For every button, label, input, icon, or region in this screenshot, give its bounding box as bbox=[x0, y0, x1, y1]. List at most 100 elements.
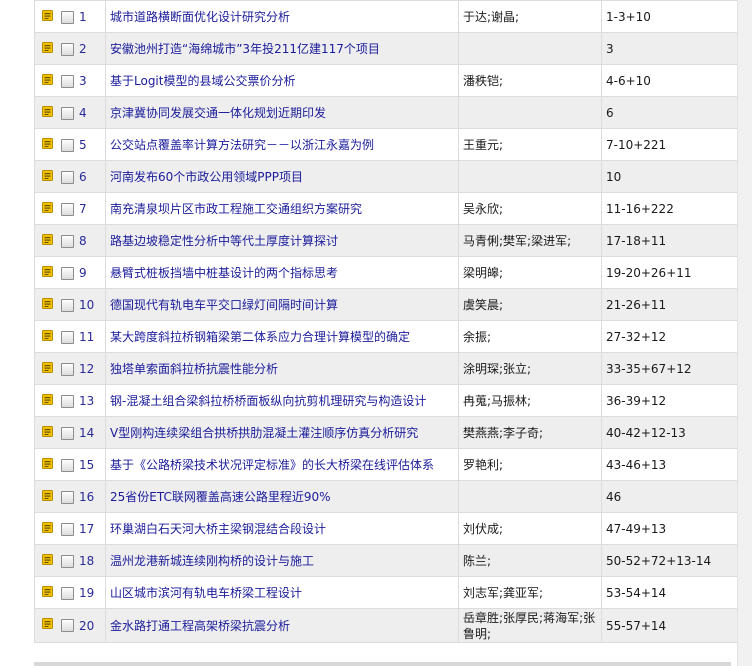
row-number: 3 bbox=[79, 74, 87, 88]
row-checkbox[interactable] bbox=[61, 11, 74, 24]
article-pages: 6 bbox=[606, 105, 614, 120]
row-checkbox[interactable] bbox=[61, 107, 74, 120]
row-checkbox[interactable] bbox=[61, 203, 74, 216]
pages-cell: 21-26+11 bbox=[601, 288, 748, 321]
article-title-link[interactable]: 基于《公路桥梁技术状况评定标准》的长大桥梁在线评估体系 bbox=[110, 458, 434, 472]
article-title-link[interactable]: 金水路打通工程高架桥梁抗震分析 bbox=[110, 619, 290, 633]
title-cell: 环巢湖白石天河大桥主梁钢混结合段设计 bbox=[105, 512, 459, 545]
favorite-icon[interactable] bbox=[42, 394, 53, 405]
article-title-link[interactable]: 城市道路横断面优化设计研究分析 bbox=[110, 10, 290, 24]
row-checkbox[interactable] bbox=[61, 427, 74, 440]
article-title-link[interactable]: 独塔单索面斜拉桥抗震性能分析 bbox=[110, 362, 278, 376]
row-controls: 8 bbox=[34, 224, 106, 257]
row-controls: 9 bbox=[34, 256, 106, 289]
table-row: 14 V型刚构连续梁组合拱桥拱肋混凝土灌注顺序仿真分析研究 樊燕燕;李子奇; 4… bbox=[34, 416, 748, 449]
favorite-icon[interactable] bbox=[42, 522, 53, 533]
pages-cell: 11-16+222 bbox=[601, 192, 748, 225]
author-cell: 潘秩铠; bbox=[458, 64, 602, 97]
row-checkbox[interactable] bbox=[61, 523, 74, 536]
row-checkbox[interactable] bbox=[61, 171, 74, 184]
pages-cell: 46 bbox=[601, 480, 748, 513]
article-title-link[interactable]: 温州龙港新城连续刚构桥的设计与施工 bbox=[110, 554, 314, 568]
favorite-icon[interactable] bbox=[42, 586, 53, 597]
row-number: 17 bbox=[79, 522, 95, 536]
row-checkbox[interactable] bbox=[61, 139, 74, 152]
favorite-icon[interactable] bbox=[42, 202, 53, 213]
favorite-icon[interactable] bbox=[42, 362, 53, 373]
article-title-link[interactable]: 京津冀协同发展交通一体化规划近期印发 bbox=[110, 106, 326, 120]
favorite-icon[interactable] bbox=[42, 234, 53, 245]
row-controls: 4 bbox=[34, 96, 106, 129]
row-checkbox[interactable] bbox=[61, 395, 74, 408]
row-checkbox[interactable] bbox=[61, 43, 74, 56]
article-title-link[interactable]: 南充清泉坝片区市政工程施工交通组织方案研究 bbox=[110, 202, 362, 216]
article-title-link[interactable]: 德国现代有轨电车平交口绿灯间隔时间计算 bbox=[110, 298, 338, 312]
author-cell: 吴永欣; bbox=[458, 192, 602, 225]
author-cell: 刘志军;龚亚军; bbox=[458, 576, 602, 609]
table-row: 20 金水路打通工程高架桥梁抗震分析 岳章胜;张厚民;蒋海军;张鲁明; 55-5… bbox=[34, 608, 748, 643]
article-authors: 刘志军;龚亚军; bbox=[463, 585, 544, 600]
row-checkbox[interactable] bbox=[61, 459, 74, 472]
article-title-link[interactable]: 路基边坡稳定性分析中等代土厚度计算探讨 bbox=[110, 234, 338, 248]
row-number: 16 bbox=[79, 490, 95, 504]
article-title-link[interactable]: 山区城市滨河有轨电车桥梁工程设计 bbox=[110, 586, 302, 600]
row-checkbox[interactable] bbox=[61, 267, 74, 280]
row-number: 2 bbox=[79, 42, 87, 56]
author-cell: 樊燕燕;李子奇; bbox=[458, 416, 602, 449]
favorite-icon[interactable] bbox=[42, 490, 53, 501]
favorite-icon[interactable] bbox=[42, 554, 53, 565]
favorite-icon[interactable] bbox=[42, 42, 53, 53]
row-controls: 13 bbox=[34, 384, 106, 417]
favorite-icon[interactable] bbox=[42, 138, 53, 149]
article-title-link[interactable]: 悬臂式桩板挡墙中桩基设计的两个指标思考 bbox=[110, 266, 338, 280]
author-cell: 陈兰; bbox=[458, 544, 602, 577]
favorite-icon[interactable] bbox=[42, 10, 53, 21]
pages-cell: 3 bbox=[601, 32, 748, 65]
pages-cell: 43-46+13 bbox=[601, 448, 748, 481]
row-checkbox[interactable] bbox=[61, 299, 74, 312]
title-cell: 京津冀协同发展交通一体化规划近期印发 bbox=[105, 96, 459, 129]
row-checkbox[interactable] bbox=[61, 331, 74, 344]
row-number: 10 bbox=[79, 298, 95, 312]
favorite-icon[interactable] bbox=[42, 298, 53, 309]
favorite-icon[interactable] bbox=[42, 618, 53, 629]
row-checkbox[interactable] bbox=[61, 363, 74, 376]
favorite-icon[interactable] bbox=[42, 458, 53, 469]
row-controls: 14 bbox=[34, 416, 106, 449]
article-authors: 岳章胜;张厚民;蒋海军;张鲁明; bbox=[463, 610, 596, 641]
article-title-link[interactable]: 公交站点覆盖率计算方法研究－－以浙江永嘉为例 bbox=[110, 138, 374, 152]
vertical-scrollbar[interactable] bbox=[737, 0, 752, 666]
favorite-icon[interactable] bbox=[42, 74, 53, 85]
table-row: 1 城市道路横断面优化设计研究分析 于达;谢晶; 1-3+10 bbox=[34, 0, 748, 33]
table-row: 16 25省份ETC联网覆盖高速公路里程近90% 46 bbox=[34, 480, 748, 513]
row-checkbox[interactable] bbox=[61, 555, 74, 568]
title-cell: 德国现代有轨电车平交口绿灯间隔时间计算 bbox=[105, 288, 459, 321]
article-title-link[interactable]: 钢-混凝土组合梁斜拉桥桥面板纵向抗剪机理研究与构造设计 bbox=[110, 394, 426, 408]
table-row: 12 独塔单索面斜拉桥抗震性能分析 涂明琛;张立; 33-35+67+12 bbox=[34, 352, 748, 385]
table-row: 5 公交站点覆盖率计算方法研究－－以浙江永嘉为例 王重元; 7-10+221 bbox=[34, 128, 748, 161]
row-checkbox[interactable] bbox=[61, 619, 74, 632]
favorite-icon[interactable] bbox=[42, 106, 53, 117]
favorite-icon[interactable] bbox=[42, 170, 53, 181]
row-checkbox[interactable] bbox=[61, 491, 74, 504]
article-title-link[interactable]: 环巢湖白石天河大桥主梁钢混结合段设计 bbox=[110, 522, 326, 536]
row-number: 13 bbox=[79, 394, 95, 408]
favorite-icon[interactable] bbox=[42, 426, 53, 437]
table-row: 4 京津冀协同发展交通一体化规划近期印发 6 bbox=[34, 96, 748, 129]
article-pages: 50-52+72+13-14 bbox=[606, 553, 712, 568]
pages-cell: 27-32+12 bbox=[601, 320, 748, 353]
article-title-link[interactable]: 某大跨度斜拉桥钢箱梁第二体系应力合理计算模型的确定 bbox=[110, 330, 410, 344]
row-checkbox[interactable] bbox=[61, 587, 74, 600]
row-checkbox[interactable] bbox=[61, 75, 74, 88]
article-title-link[interactable]: 25省份ETC联网覆盖高速公路里程近90% bbox=[110, 490, 331, 504]
row-checkbox[interactable] bbox=[61, 235, 74, 248]
title-cell: 某大跨度斜拉桥钢箱梁第二体系应力合理计算模型的确定 bbox=[105, 320, 459, 353]
favorite-icon[interactable] bbox=[42, 330, 53, 341]
article-title-link[interactable]: V型刚构连续梁组合拱桥拱肋混凝土灌注顺序仿真分析研究 bbox=[110, 426, 418, 440]
article-title-link[interactable]: 安徽池州打造“海绵城市”3年投211亿建117个项目 bbox=[110, 42, 380, 56]
article-title-link[interactable]: 基于Logit模型的县域公交票价分析 bbox=[110, 74, 295, 88]
article-pages: 55-57+14 bbox=[606, 618, 667, 633]
title-cell: V型刚构连续梁组合拱桥拱肋混凝土灌注顺序仿真分析研究 bbox=[105, 416, 459, 449]
favorite-icon[interactable] bbox=[42, 266, 53, 277]
article-title-link[interactable]: 河南发布60个市政公用领域PPP项目 bbox=[110, 170, 303, 184]
